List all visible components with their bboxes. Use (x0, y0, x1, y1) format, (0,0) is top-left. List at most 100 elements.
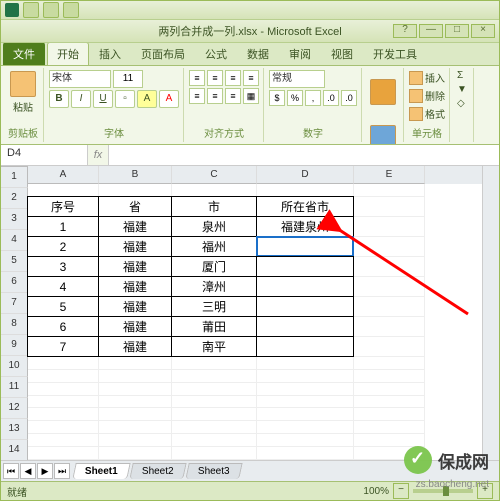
cell[interactable]: 2 (27, 236, 99, 257)
close-button[interactable]: × (471, 24, 495, 38)
cell[interactable] (354, 421, 425, 434)
cell[interactable] (28, 447, 99, 460)
help-button[interactable]: ? (393, 24, 417, 38)
cell[interactable]: 三明 (171, 296, 257, 317)
underline-button[interactable]: U (93, 90, 113, 108)
cell[interactable] (172, 370, 257, 383)
cell[interactable] (354, 357, 425, 370)
cell[interactable]: 3 (27, 256, 99, 277)
cell[interactable]: 福建 (98, 216, 172, 237)
align-middle-button[interactable]: ≡ (207, 70, 223, 86)
cell[interactable] (172, 357, 257, 370)
tab-view[interactable]: 视图 (321, 42, 363, 65)
cell[interactable]: 福建 (98, 296, 172, 317)
cell[interactable] (257, 421, 354, 434)
sheet-tab-3[interactable]: Sheet3 (185, 463, 242, 479)
cell[interactable]: 7 (27, 336, 99, 357)
cell[interactable] (257, 396, 354, 409)
cell[interactable] (99, 421, 172, 434)
fx-icon[interactable]: fx (88, 145, 109, 165)
align-top-button[interactable]: ≡ (189, 70, 205, 86)
cell[interactable] (99, 447, 172, 460)
col-header[interactable]: D (257, 166, 354, 184)
row-header[interactable]: 13 (1, 419, 28, 440)
row-header[interactable]: 10 (1, 356, 28, 377)
cell[interactable] (172, 396, 257, 409)
tab-review[interactable]: 审阅 (279, 42, 321, 65)
sheet-nav-last-icon[interactable]: ⏭ (54, 463, 70, 479)
cell[interactable] (28, 408, 99, 421)
row-header[interactable]: 14 (1, 440, 28, 460)
wrap-text-button[interactable]: ≡ (243, 70, 259, 86)
cell[interactable]: 福建 (98, 276, 172, 297)
cell[interactable] (172, 434, 257, 447)
cell[interactable] (99, 357, 172, 370)
cell[interactable]: 福建 (98, 236, 172, 257)
align-bottom-button[interactable]: ≡ (225, 70, 241, 86)
cell[interactable] (257, 447, 354, 460)
sheet-nav-next-icon[interactable]: ▶ (37, 463, 53, 479)
cell[interactable] (354, 197, 425, 217)
cell[interactable]: 南平 (171, 336, 257, 357)
row-header[interactable]: 1 (1, 167, 28, 188)
cell[interactable] (257, 434, 354, 447)
tab-data[interactable]: 数据 (237, 42, 279, 65)
cell[interactable] (354, 237, 425, 257)
cell[interactable]: 漳州 (171, 276, 257, 297)
cell[interactable]: 福建 (98, 256, 172, 277)
cell[interactable]: 泉州 (171, 216, 257, 237)
cell[interactable] (28, 370, 99, 383)
cell[interactable] (172, 383, 257, 396)
row-header[interactable]: 12 (1, 398, 28, 419)
align-center-button[interactable]: ≡ (207, 88, 223, 104)
cell[interactable]: 福建 (98, 316, 172, 337)
row-header[interactable]: 4 (1, 230, 28, 251)
cell[interactable] (172, 447, 257, 460)
cell[interactable]: 市 (171, 196, 257, 217)
cell[interactable] (257, 383, 354, 396)
cell[interactable] (99, 408, 172, 421)
cell[interactable] (99, 396, 172, 409)
cell[interactable]: 4 (27, 276, 99, 297)
fill-button[interactable]: ▼ (455, 84, 469, 95)
decrease-decimal-button[interactable]: .0 (341, 90, 357, 106)
cell[interactable] (354, 396, 425, 409)
format-table-button[interactable] (367, 116, 399, 145)
percent-button[interactable]: % (287, 90, 303, 106)
cell[interactable] (172, 421, 257, 434)
clear-button[interactable]: ◇ (455, 98, 469, 109)
increase-decimal-button[interactable]: .0 (323, 90, 339, 106)
cell[interactable]: 福州 (171, 236, 257, 257)
minimize-button[interactable]: — (419, 24, 443, 38)
comma-button[interactable]: , (305, 90, 321, 106)
tab-developer[interactable]: 开发工具 (363, 42, 427, 65)
cell[interactable] (28, 434, 99, 447)
cell[interactable]: 福建泉州 (256, 216, 354, 237)
delete-cells-button[interactable]: 删除 (409, 88, 445, 103)
insert-cells-button[interactable]: 插入 (409, 70, 445, 85)
border-button[interactable]: ▫ (115, 90, 135, 108)
col-header[interactable]: B (99, 166, 172, 184)
cell[interactable] (354, 217, 425, 237)
cell[interactable]: 1 (27, 216, 99, 237)
bold-button[interactable]: B (49, 90, 69, 108)
cell[interactable] (354, 317, 425, 337)
row-header[interactable]: 5 (1, 251, 28, 272)
row-header[interactable]: 2 (1, 188, 28, 209)
cell[interactable]: 所在省市 (256, 196, 354, 217)
currency-button[interactable]: $ (269, 90, 285, 106)
cell[interactable] (354, 184, 425, 197)
cell[interactable] (257, 370, 354, 383)
row-header[interactable]: 3 (1, 209, 28, 230)
row-header[interactable]: 7 (1, 293, 28, 314)
autosum-button[interactable]: Σ (455, 70, 469, 81)
col-header[interactable]: C (172, 166, 257, 184)
sheet-tab-2[interactable]: Sheet2 (129, 463, 186, 479)
italic-button[interactable]: I (71, 90, 91, 108)
cell[interactable] (257, 408, 354, 421)
qat-save-icon[interactable] (23, 2, 39, 18)
format-cells-button[interactable]: 格式 (409, 106, 445, 121)
cell[interactable] (354, 337, 425, 357)
sheet-nav-prev-icon[interactable]: ◀ (20, 463, 36, 479)
zoom-out-button[interactable]: − (393, 483, 409, 499)
